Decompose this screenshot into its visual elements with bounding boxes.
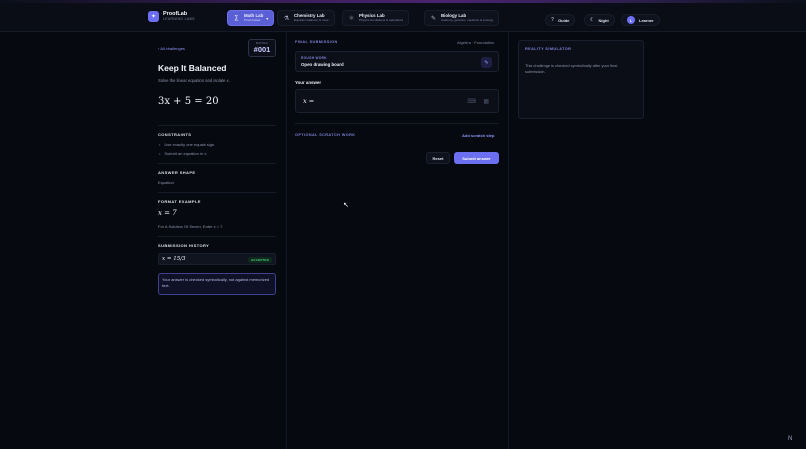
final-submission-heading: FINAL SUBMISSION	[295, 40, 338, 44]
open-drawing-board: Open drawing board	[301, 62, 344, 67]
simulator-heading: REALITY SIMULATOR	[525, 47, 572, 51]
divider	[295, 123, 499, 124]
history-answer: x = 15/3	[162, 256, 186, 262]
tab-subtitle: Proof-based	[244, 18, 261, 23]
grid-icon[interactable]: ▦	[483, 98, 489, 105]
rough-work-label: ROUGH WORK	[301, 56, 327, 60]
column-divider	[508, 32, 509, 449]
rating-value: #001	[253, 44, 271, 54]
atom-icon: ⚛	[348, 15, 355, 22]
chevron-down-icon: ▾	[266, 15, 269, 21]
guide-label: Guide	[558, 17, 570, 23]
format-example-math: x = 7	[158, 209, 177, 217]
moon-icon: ☾	[590, 17, 595, 23]
tab-subtitle: Physics simulations & calculators	[359, 18, 404, 23]
challenge-description: Solve the linear equation and isolate x.	[158, 78, 230, 83]
divider	[158, 125, 276, 126]
topic-label: Algebra · Foundation	[457, 40, 495, 45]
format-example-text: For A Solution Of Seven, Enter x = 7.	[158, 224, 224, 229]
list-item: Submit an equation in x.	[158, 149, 215, 158]
app-header: ✦ ProofLab LEARNING LABS ∑ Math Lab Proo…	[0, 3, 806, 32]
add-scratch-step-button[interactable]: Add scratch step	[462, 133, 494, 138]
user-label: Learner	[639, 17, 654, 23]
constraints-list: Use exactly one equals sign. Submit an e…	[158, 140, 215, 158]
divider	[158, 163, 276, 164]
simulator-text: This challenge is checked symbolically a…	[525, 63, 618, 74]
status-badge: ACCEPTED	[247, 257, 272, 263]
divider	[158, 236, 276, 237]
answer-shape-heading: ANSWER SHAPE	[158, 170, 196, 175]
reality-simulator-card: REALITY SIMULATOR This challenge is chec…	[518, 40, 644, 119]
answer-value: x =	[303, 97, 315, 105]
history-row[interactable]: x = 15/3 ACCEPTED	[158, 253, 276, 265]
answer-input[interactable]: x = ⌨ ▦	[295, 89, 499, 113]
pencil-icon[interactable]: ✎	[481, 57, 492, 68]
theme-toggle[interactable]: ☾ Night	[584, 14, 615, 26]
question-icon: ?	[551, 17, 555, 23]
divider	[158, 192, 276, 193]
answer-shape-value: Equation	[158, 180, 174, 185]
format-example-heading: FORMAT EXAMPLE	[158, 199, 201, 204]
tab-chemistry-lab[interactable]: ⚗ Chemistry Lab Equation balancer & more	[277, 10, 335, 26]
brand[interactable]: ✦ ProofLab LEARNING LABS	[148, 11, 195, 22]
user-menu[interactable]: L Learner	[621, 14, 660, 26]
corner-logo-icon: N	[788, 436, 793, 442]
mouse-cursor-icon: ↖	[343, 202, 349, 209]
tab-biology-lab[interactable]: ✎ Biology Lab Anatomy, genetics, medicin…	[424, 10, 500, 26]
spark-icon: ✦	[148, 11, 159, 22]
challenge-equation: 3x + 5 = 20	[158, 96, 219, 107]
list-item: Use exactly one equals sign.	[158, 140, 215, 149]
info-note: Your answer is checked symbolically, not…	[158, 273, 276, 295]
tab-math-lab[interactable]: ∑ Math Lab Proof-based ▾	[227, 10, 275, 26]
tab-subtitle: Equation balancer & more	[294, 18, 329, 23]
theme-label: Night	[598, 17, 609, 23]
rating-badge: RATING #001	[248, 39, 276, 57]
tab-physics-lab[interactable]: ⚛ Physics Lab Physics simulations & calc…	[342, 10, 410, 26]
brand-subtitle: LEARNING LABS	[163, 17, 195, 21]
column-divider	[286, 32, 287, 449]
avatar: L	[627, 16, 635, 24]
keyboard-icon[interactable]: ⌨	[467, 98, 476, 105]
reset-button[interactable]: Reset	[426, 152, 450, 164]
submit-answer-button[interactable]: Submit answer	[454, 152, 499, 164]
rough-work-card[interactable]: ROUGH WORK Open drawing board ✎	[295, 51, 499, 72]
tab-subtitle: Anatomy, genetics, medicine & ecology	[441, 18, 494, 23]
sigma-icon: ∑	[234, 15, 239, 21]
guide-button[interactable]: ? Guide	[545, 14, 576, 26]
back-link[interactable]: ‹ All challenges	[158, 46, 185, 51]
flask-icon: ⚗	[283, 15, 290, 22]
scratch-work-heading: OPTIONAL SCRATCH WORK	[295, 133, 356, 137]
constraints-heading: CONSTRAINTS	[158, 132, 192, 137]
back-label: All challenges	[160, 46, 185, 51]
history-heading: SUBMISSION HISTORY	[158, 243, 210, 248]
answer-label: Your answer	[295, 80, 322, 85]
challenge-title: Keep It Balanced	[158, 63, 227, 73]
dna-icon: ✎	[430, 15, 437, 22]
